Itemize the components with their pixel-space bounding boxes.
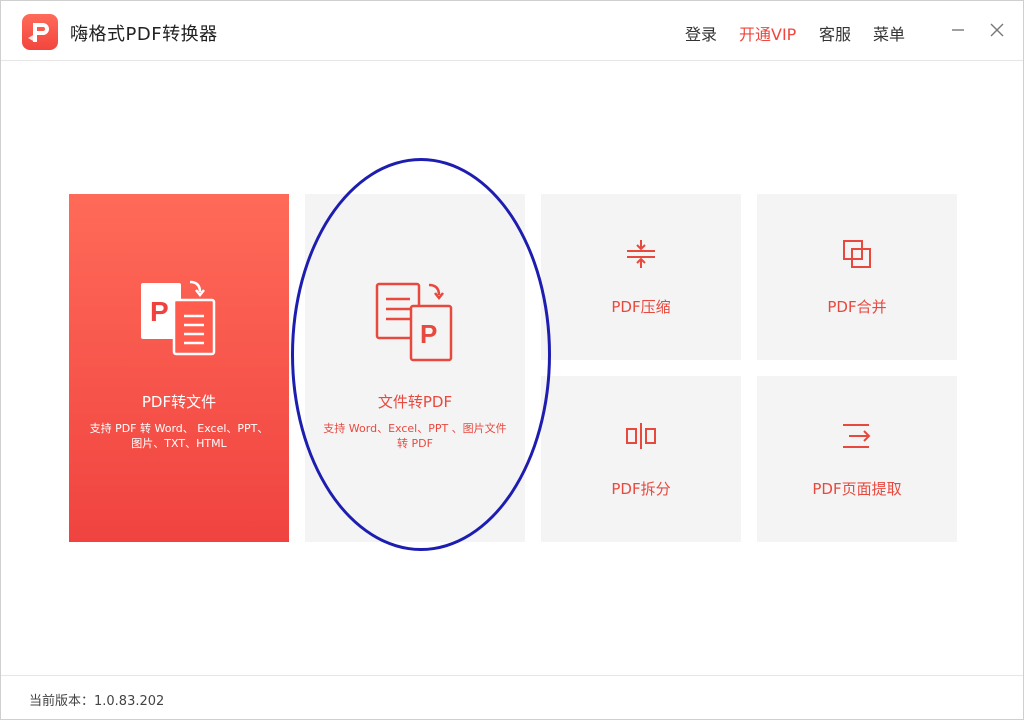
login-link[interactable]: 登录 [685, 21, 717, 45]
svg-text:P: P [150, 296, 169, 327]
minimize-button[interactable] [947, 19, 969, 41]
file-to-pdf-card[interactable]: P 文件转PDF 支持 Word、Excel、PPT 、图片文件转 PDF [305, 194, 525, 542]
pdf-compress-label: PDF压缩 [611, 298, 671, 316]
pdf-split-card[interactable]: PDF拆分 [541, 376, 741, 542]
pdf-to-file-desc: 支持 PDF 转 Word、 Excel、PPT、图片、TXT、HTML [89, 422, 269, 450]
pdf-compress-card[interactable]: PDF压缩 [541, 194, 741, 360]
extract-icon [843, 424, 871, 448]
svg-text:P: P [420, 319, 437, 349]
status-bar: 当前版本：1.0.83.202 [1, 675, 1023, 720]
pdf-extract-label: PDF页面提取 [812, 480, 902, 498]
file-to-pdf-icon: P [375, 282, 453, 362]
app-title: 嗨格式PDF转换器 [70, 24, 218, 45]
vip-link[interactable]: 开通VIP [739, 21, 796, 45]
compress-icon [627, 240, 655, 268]
merge-icon [843, 240, 871, 268]
file-to-pdf-label: 文件转PDF [377, 393, 453, 411]
pdf-extract-card[interactable]: PDF页面提取 [757, 376, 957, 542]
pdf-to-file-label: PDF转文件 [141, 393, 217, 411]
file-to-pdf-desc: 支持 Word、Excel、PPT 、图片文件转 PDF [323, 422, 507, 450]
app-window: 嗨格式PDF转换器 登录 开通VIP 客服 菜单 P PDF转文件 支持 PDF… [0, 0, 1024, 720]
menu-link[interactable]: 菜单 [873, 21, 905, 45]
pdf-to-file-card[interactable]: P PDF转文件 支持 PDF 转 Word、 Excel、PPT、图片、TXT… [69, 194, 289, 542]
pdf-merge-label: PDF合并 [827, 298, 887, 316]
pdf-merge-card[interactable]: PDF合并 [757, 194, 957, 360]
service-link[interactable]: 客服 [819, 21, 851, 45]
minimize-icon [952, 29, 964, 31]
title-bar: 嗨格式PDF转换器 登录 开通VIP 客服 菜单 [1, 1, 1023, 61]
split-icon [626, 423, 656, 449]
close-button[interactable] [986, 19, 1008, 41]
pdf-split-label: PDF拆分 [611, 480, 671, 498]
close-icon [990, 23, 1004, 37]
pdf-to-file-icon: P [141, 280, 216, 356]
version-text: 当前版本：1.0.83.202 [29, 694, 165, 709]
app-logo-icon [22, 14, 58, 50]
